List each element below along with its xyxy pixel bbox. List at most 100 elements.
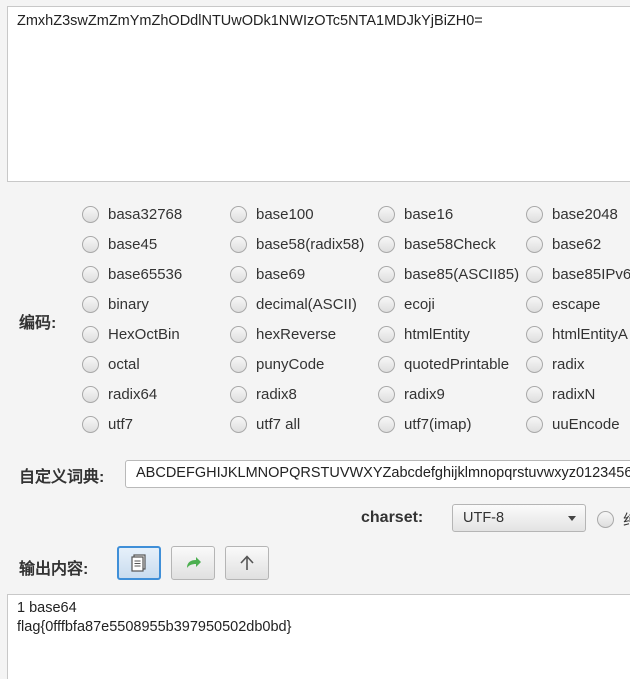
share-arrow-icon xyxy=(187,557,201,568)
radio-circle[interactable] xyxy=(82,355,99,373)
radio-option[interactable]: base62 xyxy=(526,229,601,259)
radio-label: base85(ASCII85) xyxy=(404,265,520,283)
radio-option[interactable]: utf7(imap) xyxy=(378,409,472,439)
radio-circle[interactable] xyxy=(230,235,247,253)
radio-option[interactable]: utf7 all xyxy=(230,409,300,439)
radio-option[interactable]: base85IPv6 xyxy=(526,259,630,289)
radio-option[interactable]: HexOctBin xyxy=(82,319,180,349)
radio-option[interactable]: base16 xyxy=(378,199,453,229)
radio-option[interactable]: base45 xyxy=(82,229,157,259)
radio-circle[interactable] xyxy=(378,385,395,403)
radio-circle[interactable] xyxy=(378,325,395,343)
radio-circle[interactable] xyxy=(378,265,395,283)
radio-label: decimal(ASCII) xyxy=(256,295,357,313)
radio-circle[interactable] xyxy=(526,325,543,343)
radio-circle[interactable] xyxy=(230,325,247,343)
encoding-row: base65536 base69 base85(ASCII85) base85I… xyxy=(82,259,630,289)
radio-circle[interactable] xyxy=(526,355,543,373)
radio-label: base85IPv6 xyxy=(552,265,630,283)
radio-circle[interactable] xyxy=(230,295,247,313)
radio-circle[interactable] xyxy=(82,235,99,253)
radio-label: htmlEntityA xyxy=(552,325,628,343)
encoding-row: base45 base58(radix58) base58Check base6… xyxy=(82,229,630,259)
charset-extra-option[interactable]: 纯 xyxy=(597,509,630,530)
encoding-row: radix64 radix8 radix9 radixN xyxy=(82,379,630,409)
charset-selected-value: UTF-8 xyxy=(463,510,505,526)
radio-label: htmlEntity xyxy=(404,325,470,343)
input-textarea[interactable]: ZmxhZ3swZmZmYmZhODdlNTUwODk1NWIzOTc5NTA1… xyxy=(7,6,630,182)
radio-label: 纯 xyxy=(623,509,630,530)
radio-circle[interactable] xyxy=(82,415,99,433)
radio-option[interactable]: ecoji xyxy=(378,289,435,319)
radio-option[interactable]: radix9 xyxy=(378,379,445,409)
radio-option[interactable]: base58Check xyxy=(378,229,496,259)
radio-option[interactable]: base2048 xyxy=(526,199,618,229)
radio-option[interactable]: base65536 xyxy=(82,259,182,289)
radio-option[interactable]: quotedPrintable xyxy=(378,349,509,379)
radio-label: quotedPrintable xyxy=(404,355,510,373)
radio-option[interactable]: escape xyxy=(526,289,600,319)
radio-label: escape xyxy=(552,295,601,313)
radio-option[interactable]: utf7 xyxy=(82,409,133,439)
radio-option[interactable]: htmlEntity xyxy=(378,319,470,349)
charset-select[interactable]: UTF-8 xyxy=(452,504,586,532)
encoding-row: basa32768 base100 base16 base2048 xyxy=(82,199,630,229)
radio-option[interactable]: radix64 xyxy=(82,379,157,409)
radio-circle[interactable] xyxy=(230,265,247,283)
dictionary-input[interactable]: ABCDEFGHIJKLMNOPQRSTUVWXYZabcdefghijklmn… xyxy=(125,460,630,488)
radio-option[interactable]: hexReverse xyxy=(230,319,336,349)
radio-label: uuEncode xyxy=(552,415,620,433)
radio-option[interactable]: binary xyxy=(82,289,149,319)
radio-option[interactable]: basa32768 xyxy=(82,199,182,229)
radio-circle[interactable] xyxy=(82,265,99,283)
chevron-down-icon xyxy=(568,516,576,521)
radio-option[interactable]: punyCode xyxy=(230,349,324,379)
encoding-row: HexOctBin hexReverse htmlEntity htmlEnti… xyxy=(82,319,630,349)
radio-option[interactable]: base69 xyxy=(230,259,305,289)
radio-circle[interactable] xyxy=(378,415,395,433)
radio-label: punyCode xyxy=(256,355,325,373)
radio-label: base58Check xyxy=(404,235,496,253)
radio-option[interactable]: radixN xyxy=(526,379,595,409)
radio-option[interactable]: uuEncode xyxy=(526,409,620,439)
radio-option[interactable]: decimal(ASCII) xyxy=(230,289,357,319)
radio-circle[interactable] xyxy=(230,385,247,403)
radio-circle[interactable] xyxy=(82,205,99,223)
radio-option[interactable]: radix xyxy=(526,349,585,379)
radio-option[interactable]: htmlEntityA xyxy=(526,319,628,349)
radio-circle[interactable] xyxy=(378,295,395,313)
radio-circle[interactable] xyxy=(230,205,247,223)
radio-circle[interactable] xyxy=(597,511,614,528)
radio-circle[interactable] xyxy=(378,235,395,253)
radio-circle[interactable] xyxy=(82,295,99,313)
radio-label: radix8 xyxy=(256,385,297,403)
radio-circle[interactable] xyxy=(526,415,543,433)
copy-button[interactable] xyxy=(117,546,161,580)
radio-circle[interactable] xyxy=(230,355,247,373)
radio-circle[interactable] xyxy=(526,265,543,283)
share-button[interactable] xyxy=(171,546,215,580)
radio-option[interactable]: base100 xyxy=(230,199,314,229)
radio-circle[interactable] xyxy=(526,205,543,223)
radio-label: base62 xyxy=(552,235,602,253)
output-line: flag{0fffbfa87e5508955b397950502db0bd} xyxy=(17,619,292,635)
radio-option[interactable]: base85(ASCII85) xyxy=(378,259,519,289)
move-up-button[interactable] xyxy=(225,546,269,580)
radio-circle[interactable] xyxy=(82,385,99,403)
output-textarea[interactable]: 1 base64 flag{0fffbfa87e5508955b397950502… xyxy=(7,594,630,679)
radio-circle[interactable] xyxy=(82,325,99,343)
radio-label: base45 xyxy=(108,235,158,253)
radio-label: base2048 xyxy=(552,205,618,223)
radio-option[interactable]: radix8 xyxy=(230,379,297,409)
radio-label: utf7(imap) xyxy=(404,415,472,433)
radio-circle[interactable] xyxy=(526,295,543,313)
arrow-up-icon xyxy=(240,555,254,570)
radio-circle[interactable] xyxy=(378,205,395,223)
radio-label: base65536 xyxy=(108,265,183,283)
radio-circle[interactable] xyxy=(526,385,543,403)
radio-circle[interactable] xyxy=(526,235,543,253)
radio-circle[interactable] xyxy=(230,415,247,433)
radio-circle[interactable] xyxy=(378,355,395,373)
radio-option[interactable]: octal xyxy=(82,349,140,379)
radio-option[interactable]: base58(radix58) xyxy=(230,229,364,259)
